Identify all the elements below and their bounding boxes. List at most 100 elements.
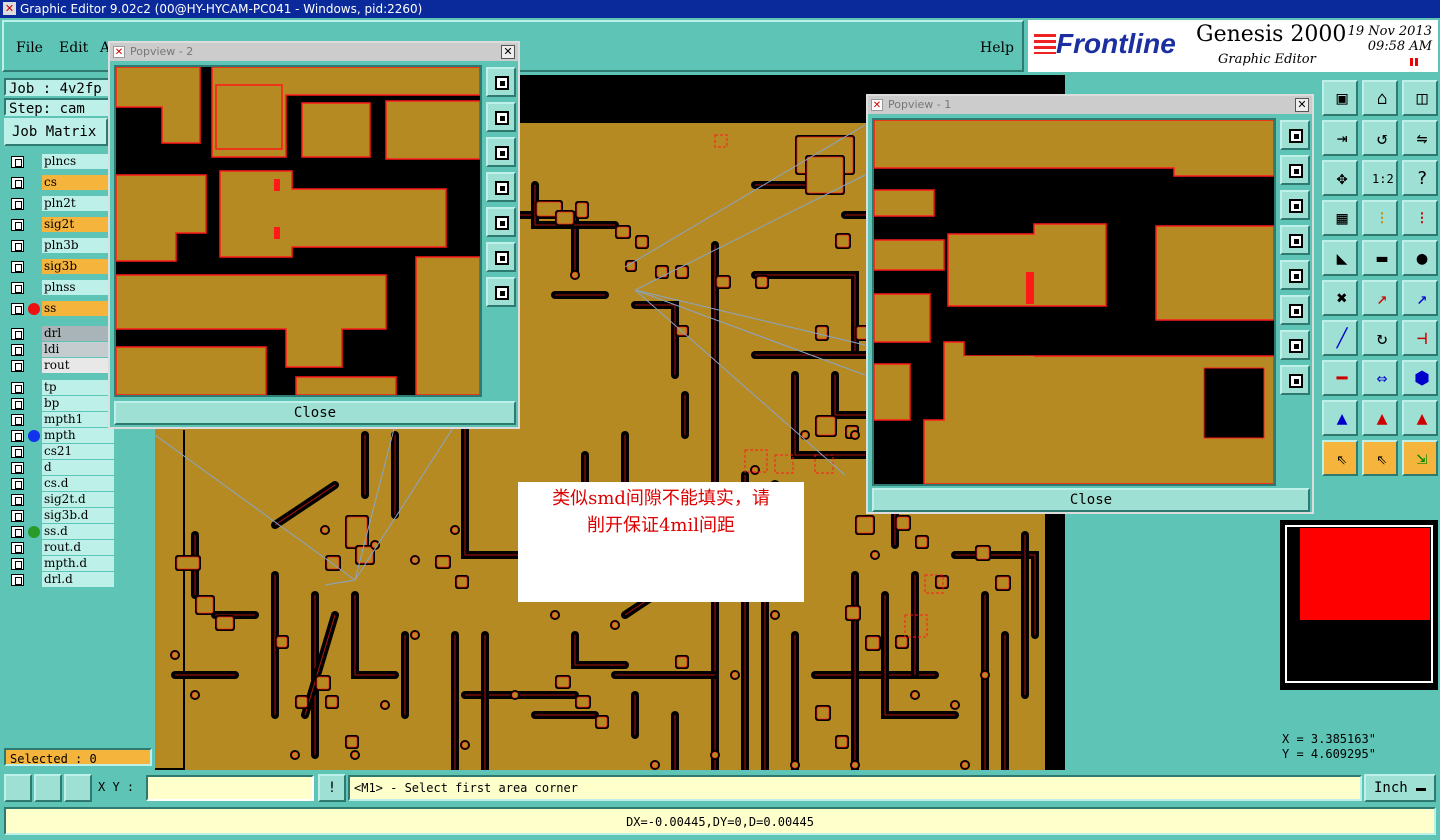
view-tool-icon[interactable] (486, 137, 516, 167)
layer-checkbox[interactable] (11, 414, 24, 426)
measure-icon[interactable]: ↗ (1362, 280, 1398, 316)
popview-1-view[interactable] (872, 118, 1276, 486)
view-tool-icon[interactable] (486, 172, 516, 202)
layer-checkbox[interactable] (11, 510, 24, 522)
menu-edit[interactable]: Edit (59, 40, 88, 56)
zoom-area-icon[interactable] (4, 774, 32, 802)
window-icon[interactable]: ⌂ (1362, 80, 1398, 116)
pan-icon[interactable]: ✥ (1322, 160, 1358, 196)
pointer-icon[interactable]: ⇖ (1362, 440, 1398, 476)
popview-2-view[interactable] (114, 65, 482, 397)
layer-name[interactable]: sig3b (42, 259, 114, 274)
layer-name[interactable]: mpth (42, 428, 114, 443)
undo-icon[interactable]: ↺ (1362, 120, 1398, 156)
layer-name[interactable]: sig2t.d (42, 492, 114, 507)
layer-checkbox[interactable] (11, 478, 24, 490)
measure-icon[interactable] (34, 774, 62, 802)
traffic-light-icon[interactable]: ⁝ (1362, 200, 1398, 236)
home-icon[interactable]: ▣ (1322, 80, 1358, 116)
layer-name[interactable]: drl (42, 326, 114, 341)
xy-input[interactable] (146, 775, 314, 801)
layer-row[interactable]: drl.d (8, 572, 126, 588)
job-matrix-button[interactable]: Job Matrix (4, 118, 108, 146)
view-tool-icon[interactable] (486, 242, 516, 272)
layer-row[interactable]: rout.d (8, 540, 126, 556)
layer-checkbox[interactable] (11, 558, 24, 570)
menu-help[interactable]: Help (980, 40, 1014, 56)
layer-name[interactable]: bp (42, 396, 114, 411)
route-icon[interactable]: ⇋ (1402, 120, 1438, 156)
layer-checkbox[interactable] (11, 240, 24, 252)
layer-name[interactable]: sig3b.d (42, 508, 114, 523)
ruler-icon[interactable]: ▬ (1362, 240, 1398, 276)
layer-checkbox[interactable] (11, 360, 24, 372)
layer-row[interactable]: mpth (8, 428, 126, 444)
layer-name[interactable]: drl.d (42, 572, 114, 587)
measure-blue-icon[interactable]: ↗ (1402, 280, 1438, 316)
layer-checkbox[interactable] (11, 344, 24, 356)
snap-grid-icon[interactable] (64, 774, 92, 802)
popview-1-close-button[interactable]: Close (872, 488, 1310, 512)
layer-checkbox[interactable] (11, 303, 24, 315)
outline-red-icon[interactable]: ▲ (1362, 400, 1398, 436)
close-icon[interactable]: ✕ (501, 45, 515, 59)
layer-name[interactable]: tp (42, 380, 114, 395)
layer-name[interactable]: cs.d (42, 476, 114, 491)
layer-checkbox[interactable] (11, 398, 24, 410)
help-icon[interactable]: ? (1402, 160, 1438, 196)
traffic-light-red-icon[interactable]: ⁝ (1402, 200, 1438, 236)
layer-checkbox[interactable] (11, 494, 24, 506)
cut-icon[interactable]: ━ (1322, 360, 1358, 396)
layer-row[interactable]: sig3b.d (8, 508, 126, 524)
view-tool-icon[interactable] (1280, 330, 1310, 360)
layer-checkbox[interactable] (11, 462, 24, 474)
minimap[interactable] (1280, 520, 1438, 690)
layer-checkbox[interactable] (11, 328, 24, 340)
layer-name[interactable]: ldi (42, 342, 114, 357)
outline-icon[interactable]: ▲ (1322, 400, 1358, 436)
view-tool-icon[interactable] (1280, 190, 1310, 220)
view-tool-icon[interactable] (1280, 120, 1310, 150)
layer-name[interactable]: cs21 (42, 444, 114, 459)
layer-name[interactable]: ss.d (42, 524, 114, 539)
layer-checkbox[interactable] (11, 282, 24, 294)
layer-row[interactable]: ss.d (8, 524, 126, 540)
view-tool-icon[interactable] (1280, 295, 1310, 325)
layer-checkbox[interactable] (11, 382, 24, 394)
pause-icon[interactable] (1410, 58, 1418, 66)
app-icon[interactable]: ✕ (3, 2, 16, 15)
layer-checkbox[interactable] (11, 156, 24, 168)
line-icon[interactable]: ╱ (1322, 320, 1358, 356)
layer-row[interactable]: d (8, 460, 126, 476)
view-tool-icon[interactable] (486, 67, 516, 97)
outline-green-icon[interactable]: ▲ (1402, 400, 1438, 436)
view-tool-icon[interactable] (1280, 365, 1310, 395)
layer-name[interactable]: pln2t (42, 196, 114, 211)
layer-checkbox[interactable] (11, 526, 24, 538)
layer-name[interactable]: plnss (42, 280, 114, 295)
view-tool-icon[interactable] (486, 207, 516, 237)
view-tool-icon[interactable] (1280, 260, 1310, 290)
menu-file[interactable]: File (16, 40, 43, 56)
layer-checkbox[interactable] (11, 219, 24, 231)
dimension-icon[interactable]: ⇔ (1362, 360, 1398, 396)
popview-2-close-button[interactable]: Close (114, 401, 516, 425)
layer-row[interactable]: sig2t.d (8, 492, 126, 508)
scale-icon[interactable]: 1:2 (1362, 160, 1398, 196)
view-tool-icon[interactable] (486, 277, 516, 307)
select-icon[interactable]: ⇖ (1322, 440, 1358, 476)
layout-icon[interactable]: ◫ (1402, 80, 1438, 116)
shapes-icon[interactable]: ⬢ (1402, 360, 1438, 396)
layer-name[interactable]: ss (42, 301, 114, 316)
layer-name[interactable]: rout (42, 358, 114, 373)
view-tool-icon[interactable] (1280, 155, 1310, 185)
layer-name[interactable]: d (42, 460, 114, 475)
layer-row[interactable]: cs.d (8, 476, 126, 492)
view-tool-icon[interactable] (1280, 225, 1310, 255)
layer-name[interactable]: rout.d (42, 540, 114, 555)
layer-checkbox[interactable] (11, 430, 24, 442)
snap-icon[interactable]: ✖ (1322, 280, 1358, 316)
layer-name[interactable]: mpth1 (42, 412, 114, 427)
layer-name[interactable]: cs (42, 175, 114, 190)
layer-name[interactable]: mpth.d (42, 556, 114, 571)
